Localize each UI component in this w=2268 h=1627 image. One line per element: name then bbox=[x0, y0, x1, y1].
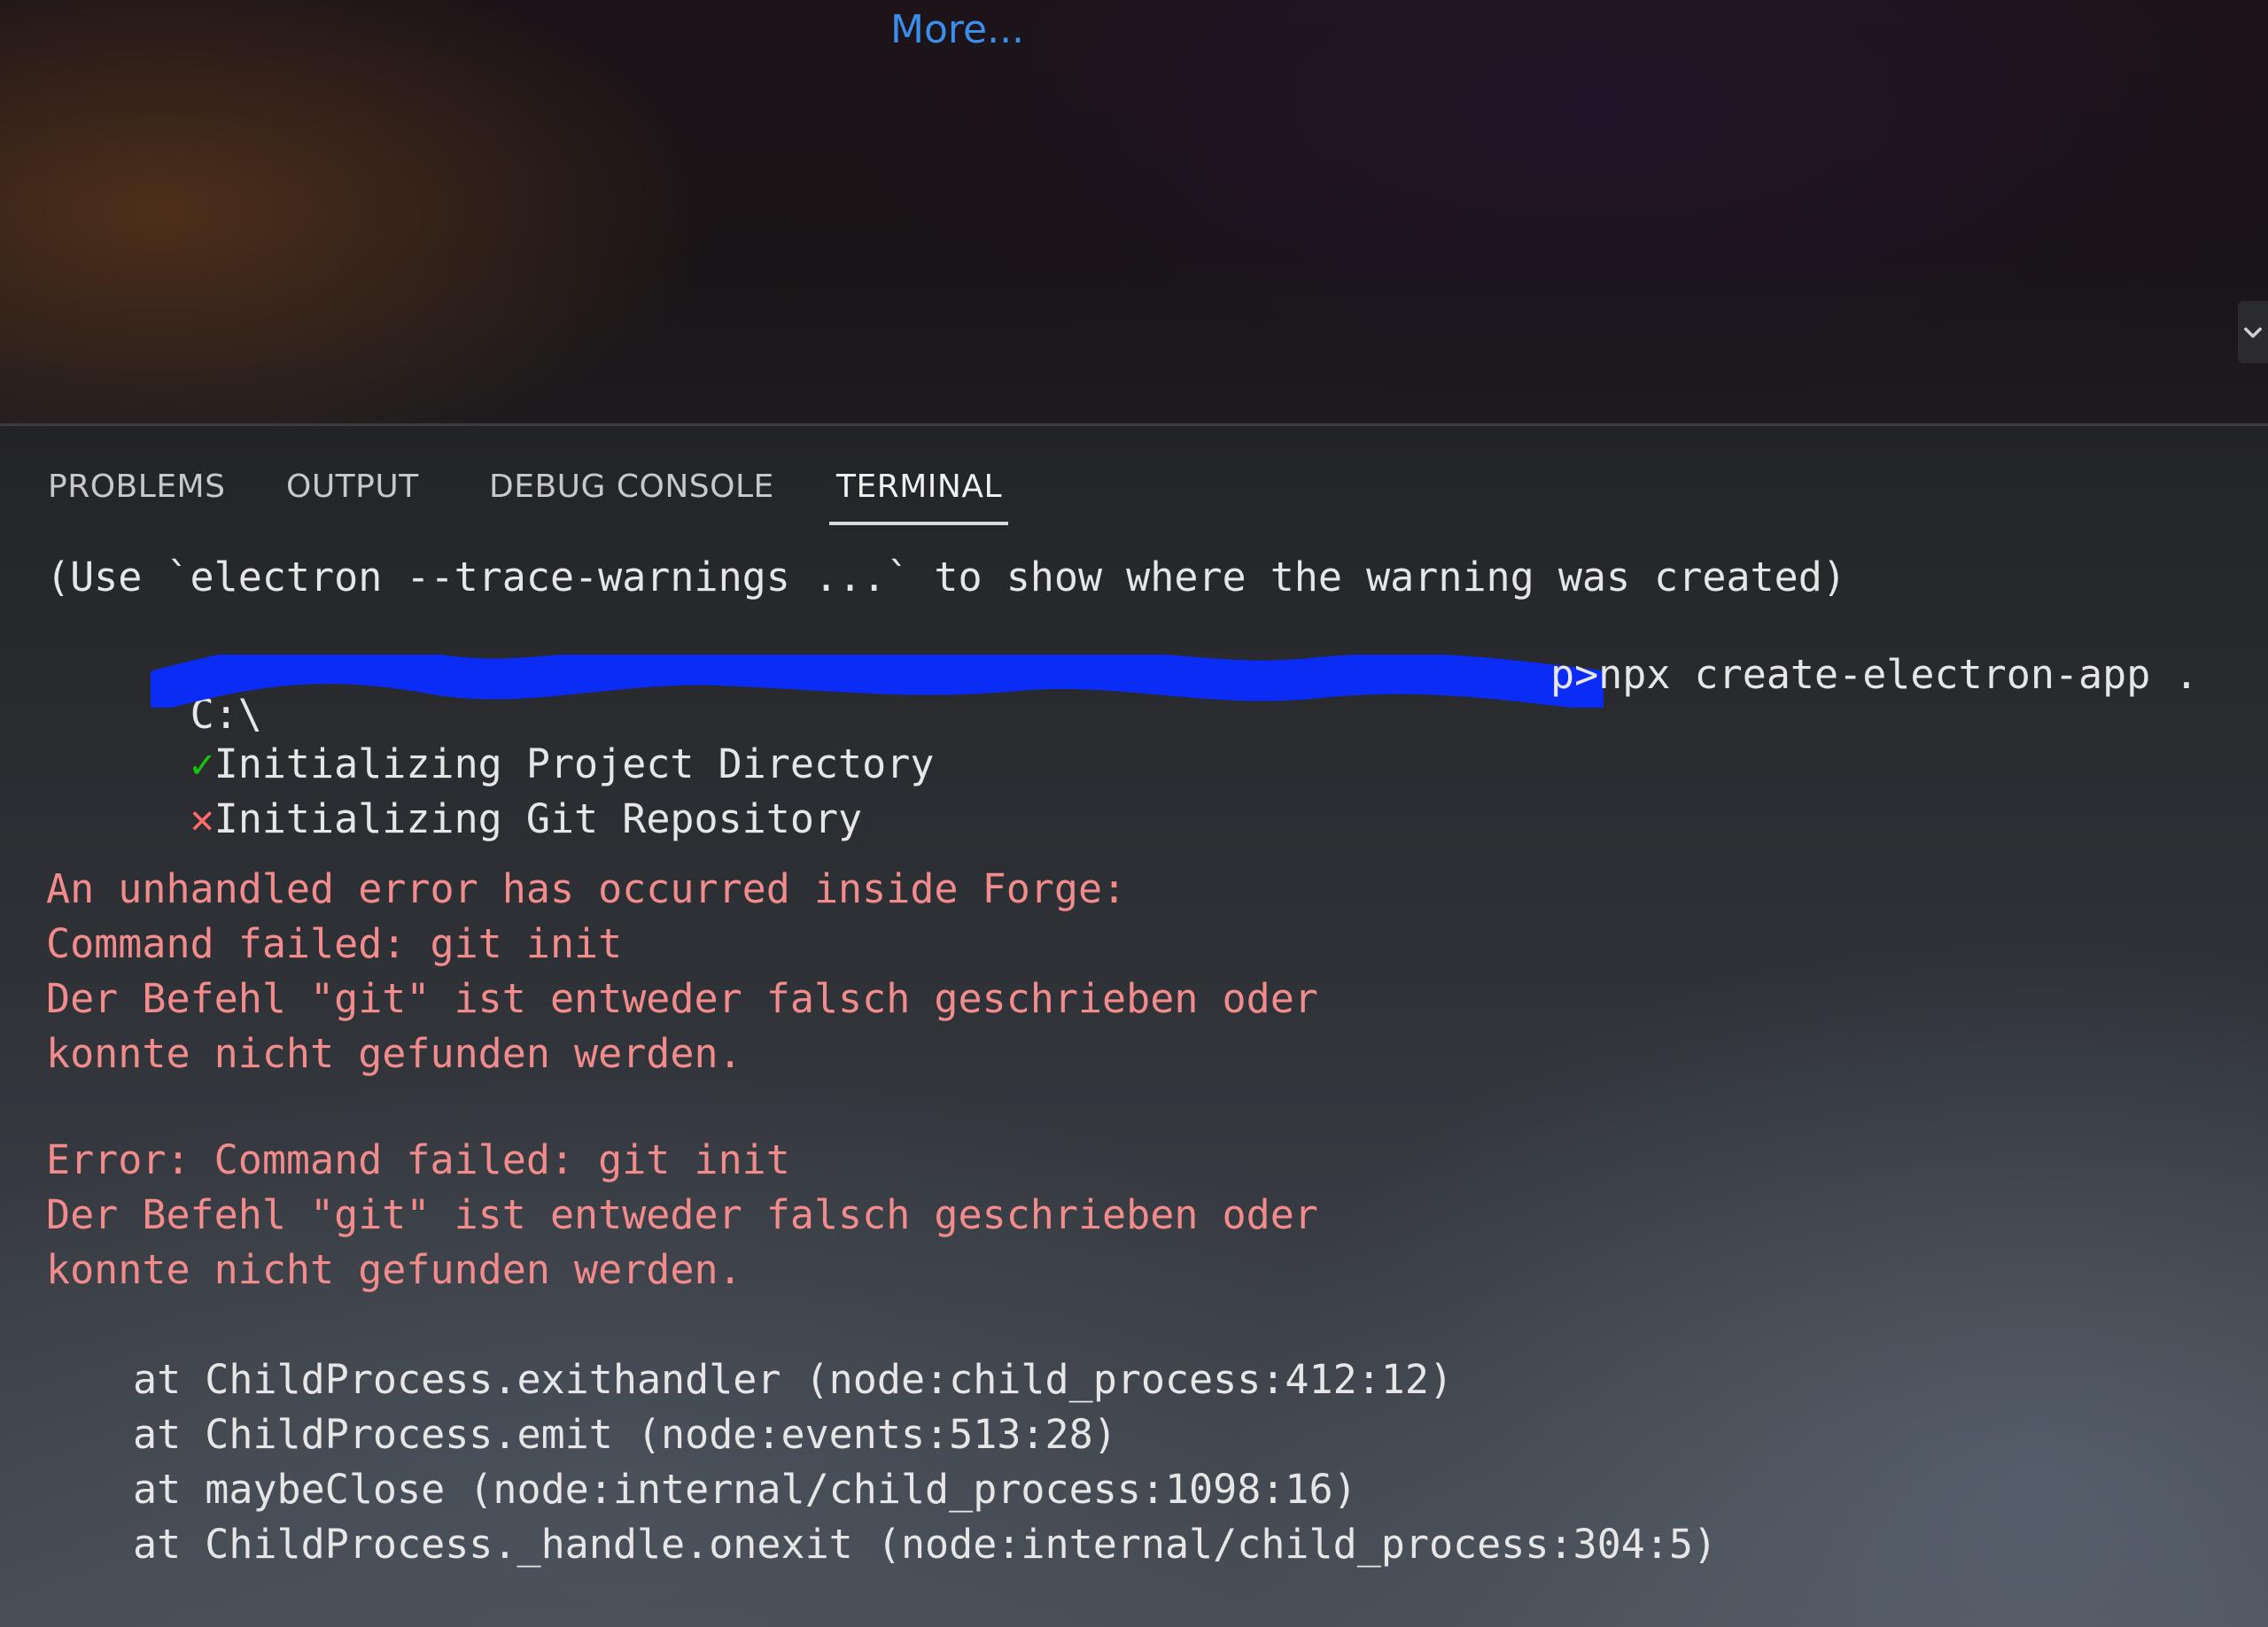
error-line: konnte nicht gefunden werden. bbox=[46, 1030, 742, 1077]
error-line: konnte nicht gefunden werden. bbox=[46, 1246, 742, 1293]
stack-trace-line: at ChildProcess._handle.onexit (node:int… bbox=[133, 1521, 1718, 1568]
error-line: Error: Command failed: git init bbox=[46, 1136, 790, 1183]
cross-icon: ✕ bbox=[190, 795, 214, 842]
terminal-prompt-line: C:\ p>npx create-electron-app . bbox=[46, 655, 2199, 734]
stack-trace-line: at maybeClose (node:internal/child_proce… bbox=[133, 1466, 1357, 1513]
error-line: Der Befehl "git" ist entweder falsch ges… bbox=[46, 975, 1318, 1022]
step-fail-line: ✕Initializing Git Repository bbox=[46, 759, 863, 879]
tab-problems[interactable]: PROBLEMS bbox=[48, 469, 225, 505]
step-fail-text: Initializing Git Repository bbox=[214, 795, 863, 842]
error-line: Command failed: git init bbox=[46, 920, 623, 967]
terminal-line-warning-hint: (Use `electron --trace-warnings ...` to … bbox=[46, 554, 1846, 600]
terminal-output[interactable]: (Use `electron --trace-warnings ...` to … bbox=[0, 532, 2268, 1627]
active-tab-indicator bbox=[829, 522, 1008, 525]
error-line: Der Befehl "git" ist entweder falsch ges… bbox=[46, 1191, 1318, 1238]
editor-area: More... bbox=[0, 0, 2268, 423]
bottom-panel: PROBLEMS OUTPUT DEBUG CONSOLE TERMINAL (… bbox=[0, 426, 2268, 1627]
panel-tabs: PROBLEMS OUTPUT DEBUG CONSOLE TERMINAL bbox=[0, 426, 2268, 532]
tab-terminal[interactable]: TERMINAL bbox=[836, 469, 1002, 505]
prompt-command: p>npx create-electron-app . bbox=[1550, 651, 2199, 698]
tab-output[interactable]: OUTPUT bbox=[286, 469, 419, 505]
more-link[interactable]: More... bbox=[890, 7, 1024, 52]
chevron-down-icon bbox=[2244, 327, 2262, 338]
tab-debug-console[interactable]: DEBUG CONSOLE bbox=[489, 469, 774, 505]
scroll-down-button[interactable] bbox=[2238, 301, 2268, 363]
stack-trace-line: at ChildProcess.exithandler (node:child_… bbox=[133, 1356, 1454, 1403]
error-line: An unhandled error has occurred inside F… bbox=[46, 865, 1127, 912]
redaction-scribble bbox=[151, 655, 1604, 708]
stack-trace-line: at ChildProcess.emit (node:events:513:28… bbox=[133, 1411, 1117, 1458]
